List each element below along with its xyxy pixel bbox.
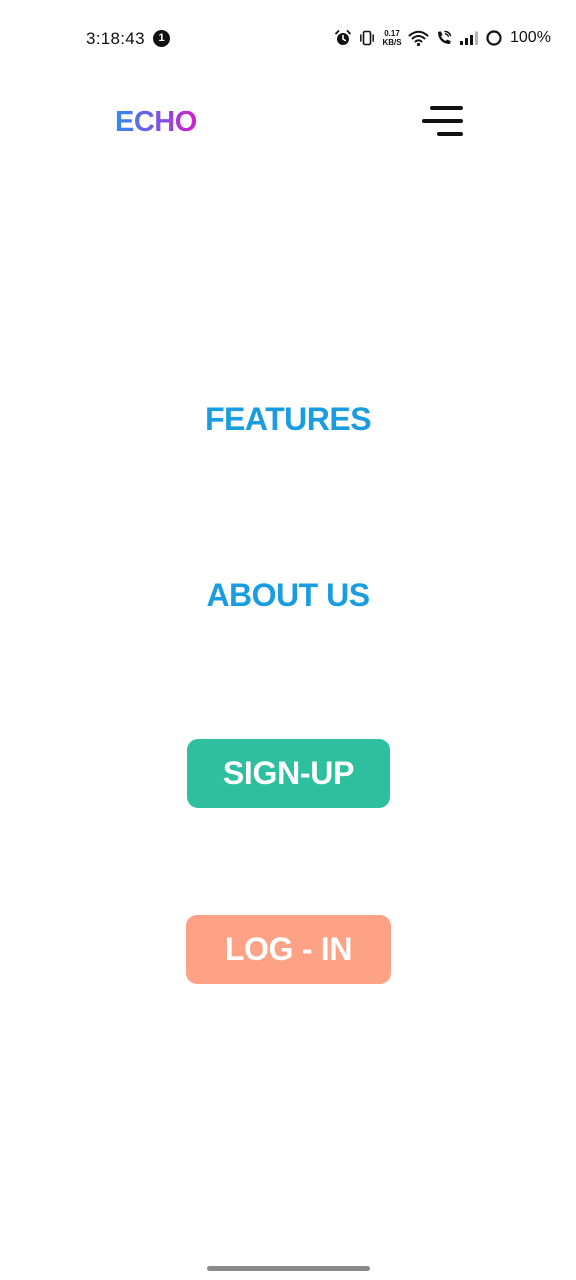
notification-badge: 1 xyxy=(153,30,170,47)
alarm-icon xyxy=(335,30,351,45)
battery-level: 100% xyxy=(510,29,551,46)
wifi-icon xyxy=(408,30,429,47)
menu-button[interactable] xyxy=(420,104,466,140)
app-logo[interactable]: ECHO xyxy=(115,106,197,139)
sign-up-button[interactable]: SIGN-UP xyxy=(187,739,390,808)
log-in-button[interactable]: LOG - IN xyxy=(186,915,391,984)
status-bar: 3:18:43 1 0.17 KB/S 100% xyxy=(0,0,576,76)
signal-icon xyxy=(460,31,478,45)
nav-features-link[interactable]: FEATURES xyxy=(0,401,576,438)
net-speed-unit: KB/S xyxy=(382,38,402,47)
status-time: 3:18:43 xyxy=(86,29,145,48)
wifi-call-icon xyxy=(438,30,452,44)
nav-about-us-link[interactable]: ABOUT US xyxy=(0,577,576,614)
net-speed-value: 0.17 xyxy=(384,29,400,38)
home-indicator[interactable] xyxy=(207,1266,370,1271)
vibrate-icon xyxy=(360,30,374,46)
hamburger-menu-icon xyxy=(422,106,463,136)
status-icons: 0.17 KB/S 100% xyxy=(334,27,551,49)
net-speed: 0.17 KB/S xyxy=(382,29,402,47)
battery-icon xyxy=(486,30,502,46)
